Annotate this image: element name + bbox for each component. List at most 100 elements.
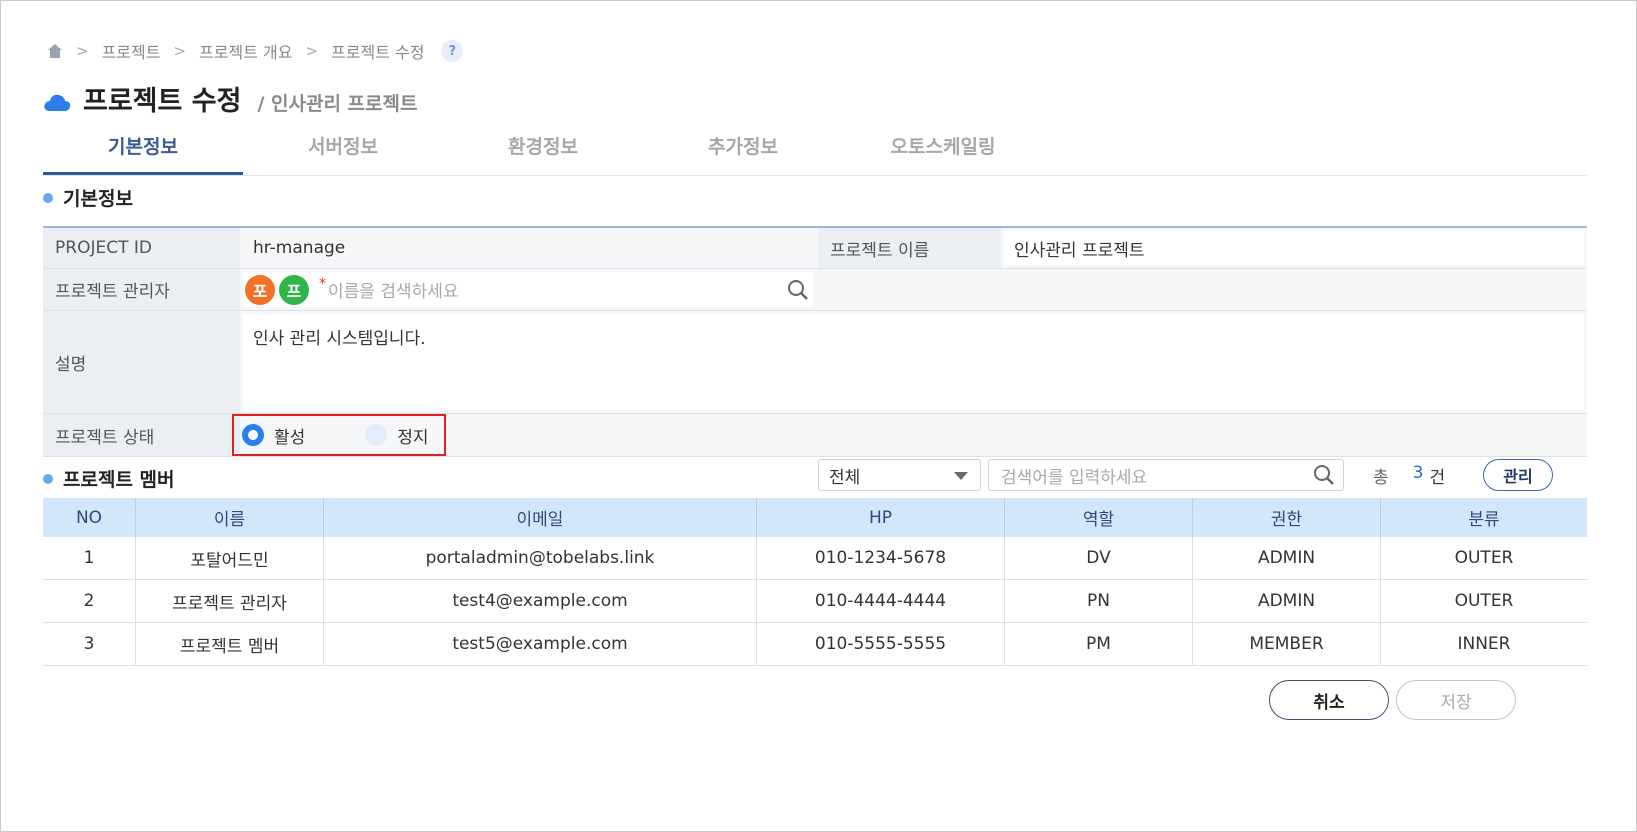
cell-category: OUTER	[1380, 579, 1587, 623]
project-name-cell: 인사관리 프로젝트	[1001, 228, 1587, 268]
project-id-cell: hr-manage	[240, 228, 818, 268]
status-cell: 활성 정지	[232, 414, 1587, 456]
breadcrumb-separator: >	[305, 42, 319, 60]
form-row-manager: 프로젝트 관리자 포 프 * 이름을 검색하세요	[43, 269, 1587, 311]
column-header-category[interactable]: 분류	[1380, 498, 1587, 537]
column-header-name[interactable]: 이름	[135, 498, 324, 537]
cell-email: portaladmin@tobelabs.link	[323, 537, 757, 580]
cell-no: 1	[43, 537, 136, 580]
avatar[interactable]: 포	[245, 274, 275, 305]
total-unit: 건	[1429, 468, 1446, 488]
manage-members-button[interactable]: 관리	[1483, 459, 1553, 491]
manager-label: 프로젝트 관리자	[43, 269, 240, 310]
breadcrumb-separator: >	[173, 42, 187, 60]
cell-role: DV	[1004, 537, 1193, 580]
member-search-input[interactable]: 검색어를 입력하세요	[988, 459, 1344, 491]
required-marker: *	[319, 275, 326, 292]
manager-search-field[interactable]: 포 프 * 이름을 검색하세요	[243, 272, 813, 307]
search-icon[interactable]	[787, 279, 809, 301]
column-header-no[interactable]: NO	[43, 498, 136, 537]
help-icon[interactable]: ?	[441, 40, 464, 62]
cell-no: 2	[43, 579, 136, 623]
breadcrumb-item-project[interactable]: 프로젝트	[102, 39, 161, 63]
total-label: 총	[1373, 468, 1389, 488]
member-search-placeholder: 검색어를 입력하세요	[1001, 467, 1148, 488]
member-filter-value: 전체	[829, 467, 861, 488]
status-stopped-label: 정지	[397, 427, 429, 448]
breadcrumb-item-overview[interactable]: 프로젝트 개요	[199, 39, 292, 63]
search-icon[interactable]	[1313, 464, 1335, 486]
column-header-email[interactable]: 이메일	[323, 498, 757, 537]
cell-name: 포탈어드민	[135, 537, 324, 580]
table-header-row: NO 이름 이메일 HP 역할 권한 분류	[43, 498, 1587, 537]
form-row-status: 프로젝트 상태 활성 정지	[43, 414, 1587, 457]
column-header-permission[interactable]: 권한	[1192, 498, 1381, 537]
avatar[interactable]: 프	[279, 274, 309, 305]
tab-environment-info[interactable]: 환경정보	[443, 129, 643, 175]
cell-role: PN	[1004, 579, 1193, 623]
status-label: 프로젝트 상태	[43, 414, 240, 456]
status-radio-group: 활성 정지	[232, 414, 446, 456]
cell-hp: 010-1234-5678	[756, 537, 1005, 580]
status-stopped-radio[interactable]: 정지	[365, 423, 429, 448]
description-textarea[interactable]: 인사 관리 시스템입니다.	[243, 314, 1584, 410]
home-icon[interactable]	[47, 43, 63, 59]
form-row-project-id: PROJECT ID hr-manage 프로젝트 이름 인사관리 프로젝트	[43, 228, 1587, 269]
project-id-value: hr-manage	[243, 231, 815, 265]
breadcrumb: > 프로젝트 > 프로젝트 개요 > 프로젝트 수정 ?	[47, 39, 464, 63]
table-row[interactable]: 3 프로젝트 멤버 test5@example.com 010-5555-555…	[43, 622, 1587, 666]
chevron-down-icon	[954, 472, 968, 480]
cell-category: OUTER	[1380, 537, 1587, 580]
breadcrumb-item-edit: 프로젝트 수정	[331, 43, 425, 62]
breadcrumb-separator: >	[76, 42, 89, 60]
cell-no: 3	[43, 622, 136, 666]
column-header-hp[interactable]: HP	[756, 498, 1005, 537]
cancel-button[interactable]: 취소	[1269, 680, 1389, 720]
cloud-icon	[43, 92, 71, 112]
tab-bar: 기본정보 서버정보 환경정보 추가정보 오토스케일링	[43, 129, 1587, 176]
cell-permission: MEMBER	[1192, 622, 1381, 666]
cell-role: PM	[1004, 622, 1193, 666]
member-filter-select[interactable]: 전체	[818, 459, 981, 491]
project-id-label: PROJECT ID	[43, 228, 240, 268]
save-button[interactable]: 저장	[1396, 680, 1516, 720]
cell-name: 프로젝트 멤버	[135, 622, 324, 666]
cell-name: 프로젝트 관리자	[135, 579, 324, 623]
tab-autoscaling[interactable]: 오토스케일링	[843, 129, 1043, 175]
cell-permission: ADMIN	[1192, 537, 1381, 580]
cell-permission: ADMIN	[1192, 579, 1381, 623]
page-title: 프로젝트 수정	[83, 86, 242, 117]
project-name-field[interactable]: 인사관리 프로젝트	[1004, 231, 1584, 265]
project-name-label: 프로젝트 이름	[818, 228, 1001, 268]
basic-info-form: PROJECT ID hr-manage 프로젝트 이름 인사관리 프로젝트 프…	[43, 226, 1587, 457]
table-row[interactable]: 1 포탈어드민 portaladmin@tobelabs.link 010-12…	[43, 537, 1587, 580]
page-header: 프로젝트 수정 / 인사관리 프로젝트	[43, 79, 417, 118]
radio-unselected-icon	[365, 424, 388, 446]
radio-selected-icon	[242, 424, 264, 446]
status-active-label: 활성	[274, 427, 306, 448]
members-toolbar: 전체 검색어를 입력하세요 총 3 건 관리	[43, 459, 1587, 493]
cell-hp: 010-5555-5555	[756, 622, 1005, 666]
member-total-count: 총 3 건	[1373, 463, 1445, 488]
form-row-description: 설명 인사 관리 시스템입니다.	[43, 311, 1587, 414]
basic-info-title-text: 기본정보	[63, 188, 133, 210]
cell-hp: 010-4444-4444	[756, 579, 1005, 623]
tab-additional-info[interactable]: 추가정보	[643, 129, 843, 175]
description-cell: 인사 관리 시스템입니다.	[240, 311, 1587, 413]
manager-search-placeholder: 이름을 검색하세요	[328, 282, 459, 302]
description-label: 설명	[43, 311, 240, 413]
status-active-radio[interactable]: 활성	[242, 423, 305, 448]
total-number: 3	[1412, 463, 1424, 483]
table-row[interactable]: 2 프로젝트 관리자 test4@example.com 010-4444-44…	[43, 579, 1587, 623]
cell-email: test5@example.com	[323, 622, 757, 666]
tab-basic-info[interactable]: 기본정보	[43, 129, 243, 175]
bullet-icon	[43, 192, 53, 203]
cell-category: INNER	[1380, 622, 1587, 666]
cell-email: test4@example.com	[323, 579, 757, 623]
page-frame: > 프로젝트 > 프로젝트 개요 > 프로젝트 수정 ? 프로젝트 수정 / 인…	[0, 0, 1637, 832]
basic-info-section-title: 기본정보	[43, 184, 133, 211]
tab-server-info[interactable]: 서버정보	[243, 129, 443, 175]
manager-cell: 포 프 * 이름을 검색하세요	[240, 269, 1587, 310]
column-header-role[interactable]: 역할	[1004, 498, 1193, 537]
members-table: NO 이름 이메일 HP 역할 권한 분류 1 포탈어드민 portaladmi…	[43, 498, 1587, 666]
